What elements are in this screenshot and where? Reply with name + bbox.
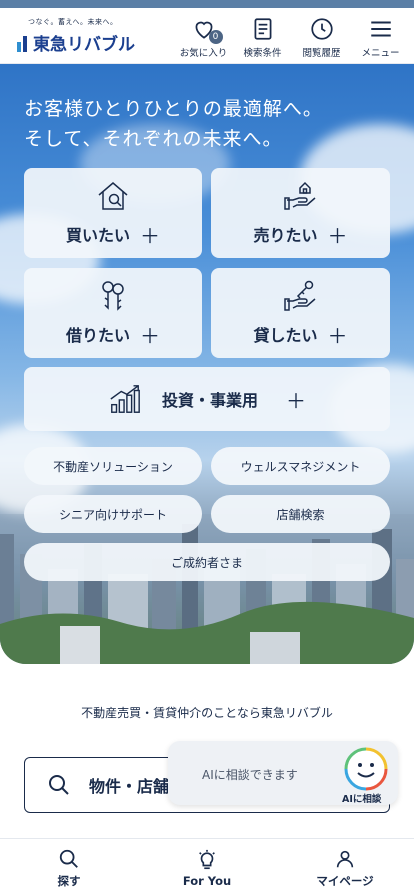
- lease-label: 貸したい: [253, 326, 318, 345]
- search-label: 物件・店舗: [89, 777, 170, 796]
- favorites-label: お気に入り: [179, 48, 228, 59]
- pill-wealth-management[interactable]: ウェルスマネジメント: [211, 447, 390, 485]
- tagline: 不動産売買・賃貸仲介のことなら東急リバブル: [81, 706, 333, 720]
- investment-tile[interactable]: 投資・事業用 ＋: [24, 367, 390, 431]
- nav-search-label: 探す: [57, 874, 81, 888]
- header-nav: 0 お気に入り 検索条件 閲覧履歴 メニュー: [174, 16, 410, 59]
- search-conditions-label: 検索条件: [243, 48, 282, 59]
- buy-label: 買いたい: [65, 226, 130, 245]
- bar-chart-growth-icon: [110, 385, 140, 413]
- lightbulb-icon: [199, 849, 215, 870]
- pill-store-search[interactable]: 店舗検索: [211, 495, 390, 533]
- house-search-icon: [98, 181, 128, 210]
- sell-label: 売りたい: [253, 226, 318, 245]
- top-strip: [0, 0, 414, 8]
- menu-button[interactable]: メニュー: [351, 16, 410, 59]
- hero-headline-line1: お客様ひとりひとりの最適解へ。: [24, 98, 323, 120]
- nav-mypage-label: マイページ: [316, 874, 374, 888]
- ai-chat-caption: AIに相談: [342, 794, 382, 805]
- logo-name: 東急リバブル: [33, 35, 135, 55]
- bottom-nav: 探す For You マイページ: [0, 838, 414, 896]
- search-icon: [49, 775, 69, 795]
- plus-icon: ＋: [140, 323, 160, 348]
- buy-tile[interactable]: 買いたい ＋: [24, 168, 202, 258]
- city-skyline: [0, 514, 414, 664]
- menu-label: メニュー: [361, 48, 400, 59]
- clock-icon: [310, 18, 333, 40]
- investment-label: 投資・事業用: [161, 391, 258, 410]
- rent-label: 借りたい: [65, 326, 130, 345]
- nav-mypage[interactable]: マイページ: [276, 839, 414, 896]
- rent-tile[interactable]: 借りたい ＋: [24, 268, 202, 358]
- document-icon: [254, 18, 271, 40]
- hand-key-icon: [283, 280, 315, 311]
- logo[interactable]: つなぐ。蓄えへ。未来へ。 東急リバブル: [16, 17, 135, 55]
- person-icon: [336, 850, 354, 868]
- page: つなぐ。蓄えへ。未来へ。 東急リバブル 0 お気に入り 検索条件 閲覧履歴 メニ…: [0, 0, 414, 896]
- hero: お客様ひとりひとりの最適解へ。 そして、それぞれの未来へ。 買いたい ＋ 売りたい…: [0, 64, 414, 664]
- hamburger-icon: [370, 21, 391, 37]
- plus-icon: ＋: [286, 388, 306, 413]
- plus-icon: ＋: [327, 223, 348, 248]
- lease-tile[interactable]: 貸したい ＋: [211, 268, 390, 358]
- logo-tagline: つなぐ。蓄えへ。未来へ。: [28, 18, 118, 26]
- sell-tile[interactable]: 売りたい ＋: [211, 168, 390, 258]
- hero-headline: お客様ひとりひとりの最適解へ。 そして、それぞれの未来へ。: [24, 94, 323, 154]
- favorites-button[interactable]: 0 お気に入り: [174, 16, 233, 59]
- ai-chat-widget[interactable]: AIに相談できます AIに相談: [168, 741, 398, 805]
- keys-icon: [102, 280, 124, 311]
- logo-mark-icon: [16, 34, 30, 52]
- contract-customers-button[interactable]: ご成約者さま: [24, 543, 390, 581]
- search-icon: [59, 849, 78, 868]
- search-conditions-button[interactable]: 検索条件: [233, 16, 292, 59]
- history-label: 閲覧履歴: [302, 48, 341, 59]
- favorites-count-badge: 0: [208, 30, 223, 44]
- history-button[interactable]: 閲覧履歴: [292, 16, 351, 59]
- ai-smiley-icon: [344, 747, 388, 791]
- header: つなぐ。蓄えへ。未来へ。 東急リバブル 0 お気に入り 検索条件 閲覧履歴 メニ…: [0, 8, 414, 64]
- pill-senior-support[interactable]: シニア向けサポート: [24, 495, 202, 533]
- plus-icon: ＋: [327, 323, 348, 348]
- plus-icon: ＋: [140, 223, 160, 248]
- hero-headline-line2: そして、それぞれの未来へ。: [24, 128, 283, 150]
- nav-search[interactable]: 探す: [0, 839, 138, 896]
- ai-chat-prompt: AIに相談できます: [202, 768, 298, 782]
- nav-for-you-label: For You: [182, 874, 232, 888]
- pill-solution[interactable]: 不動産ソリューション: [24, 447, 202, 485]
- nav-for-you[interactable]: For You: [138, 839, 276, 896]
- hand-house-icon: [283, 181, 315, 210]
